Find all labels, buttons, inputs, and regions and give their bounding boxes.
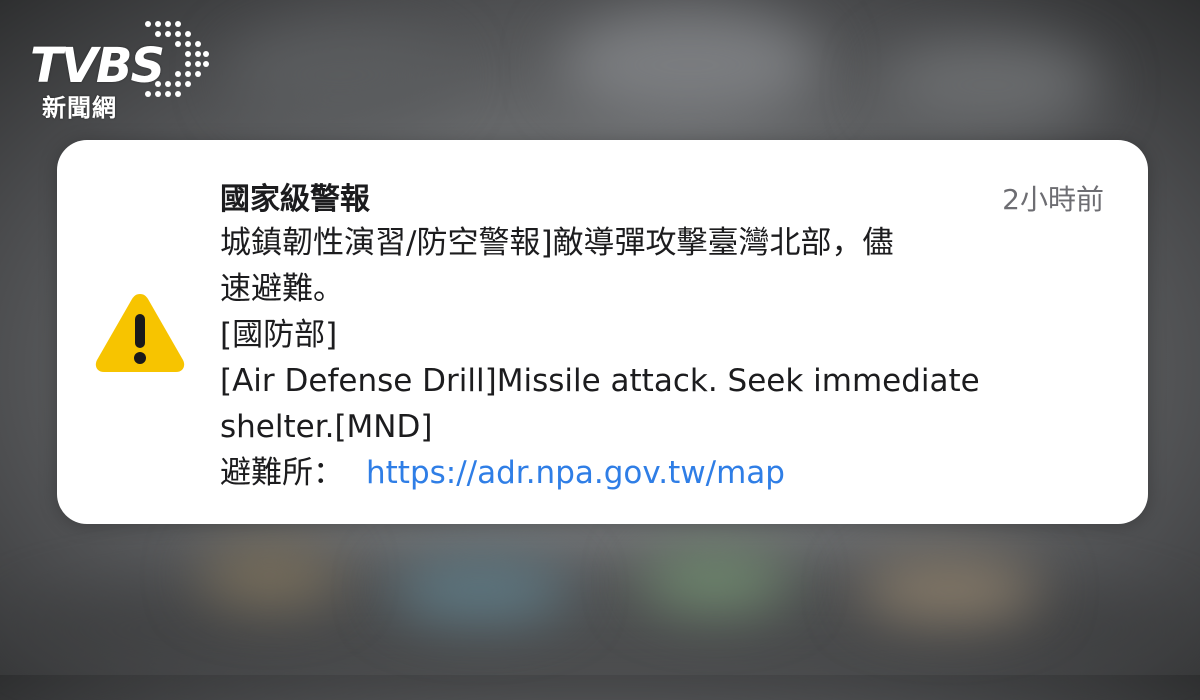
background-blur <box>860 560 1040 620</box>
emergency-alert-notification[interactable]: 國家級警報 2小時前 城鎮韌性演習/防空警報]敵導彈攻擊臺灣北部，儘 速避難。 … <box>57 140 1148 524</box>
body-line: 速避難。 <box>220 271 344 307</box>
background-blur <box>880 40 1100 130</box>
background-blur <box>560 10 820 120</box>
body-line: 城鎮韌性演習/防空警報]敵導彈攻擊臺灣北部，儘 <box>220 225 894 261</box>
background-blur <box>390 560 570 620</box>
notification-title: 國家級警報 <box>220 182 370 217</box>
logo-subtitle: 新聞網 <box>42 94 117 122</box>
shelter-line: 避難所： https://adr.npa.gov.tw/map <box>220 450 1100 496</box>
background-blur <box>230 30 450 120</box>
background-blur <box>640 550 790 610</box>
shelter-map-link[interactable]: https://adr.npa.gov.tw/map <box>366 455 785 491</box>
warning-triangle-icon <box>95 294 185 372</box>
notification-body: 城鎮韌性演習/防空警報]敵導彈攻擊臺灣北部，儘 速避難。 [國防部] [Air … <box>220 220 1100 496</box>
tvbs-logo: TVBS 新聞網 <box>30 18 210 122</box>
body-line: shelter.[MND] <box>220 409 433 445</box>
background-blur <box>200 545 340 605</box>
shelter-label: 避難所： <box>220 455 344 491</box>
logo-wordmark: TVBS <box>30 38 165 94</box>
notification-timestamp: 2小時前 <box>1002 183 1104 216</box>
body-line: [國防部] <box>220 317 338 353</box>
body-line: [Air Defense Drill]Missile attack. Seek … <box>220 363 980 399</box>
